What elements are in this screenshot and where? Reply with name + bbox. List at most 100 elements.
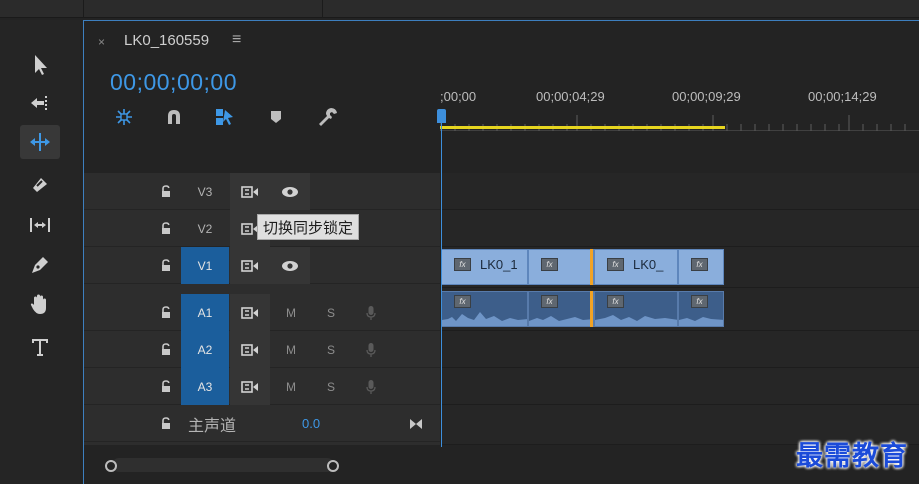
sync-lock-button[interactable] bbox=[230, 368, 270, 405]
track-a2[interactable] bbox=[441, 331, 919, 368]
timeline-zoom-scrollbar[interactable] bbox=[84, 447, 919, 484]
audio-waveform bbox=[679, 317, 723, 326]
linked-selection-button[interactable] bbox=[212, 105, 236, 129]
nest-sequence-button[interactable] bbox=[112, 105, 136, 129]
video-clip[interactable]: fx LK0_1 bbox=[441, 249, 528, 285]
timeline-settings-icon bbox=[319, 108, 337, 126]
master-volume-value[interactable]: 0.0 bbox=[302, 405, 320, 442]
work-area-bar[interactable] bbox=[440, 126, 725, 129]
snap-icon bbox=[168, 110, 180, 124]
lock-track-button[interactable] bbox=[152, 405, 180, 442]
track-label[interactable]: V1 bbox=[181, 247, 229, 284]
lock-track-button[interactable] bbox=[152, 173, 180, 210]
slip-icon bbox=[30, 218, 50, 232]
track-label[interactable]: V3 bbox=[181, 173, 229, 210]
edit-point-marker[interactable] bbox=[590, 249, 593, 285]
lock-track-button[interactable] bbox=[152, 247, 180, 284]
clip-name: LK0_ bbox=[633, 257, 664, 272]
lock-track-button[interactable] bbox=[152, 294, 180, 331]
audio-waveform bbox=[442, 312, 527, 326]
add-marker-icon bbox=[271, 111, 281, 123]
video-clip[interactable]: fx LK0_ bbox=[594, 249, 678, 285]
track-select-tool[interactable] bbox=[20, 86, 60, 120]
sync-lock-icon bbox=[241, 185, 258, 198]
track-header-master: 主声道 0.0 bbox=[84, 405, 440, 442]
toggle-output-button[interactable] bbox=[270, 173, 310, 210]
slip-tool[interactable] bbox=[20, 208, 60, 242]
track-label[interactable]: A1 bbox=[181, 294, 229, 331]
video-clip[interactable]: fx bbox=[678, 249, 724, 285]
track-label[interactable]: V2 bbox=[181, 210, 229, 247]
audio-clip[interactable]: fx bbox=[441, 291, 528, 327]
playhead-line bbox=[441, 117, 442, 447]
toggle-output-button[interactable] bbox=[270, 247, 310, 284]
type-tool[interactable] bbox=[20, 330, 60, 364]
sync-lock-icon bbox=[241, 306, 258, 319]
go-to-edit-point-button[interactable] bbox=[409, 405, 423, 442]
sync-lock-button[interactable] bbox=[230, 294, 270, 331]
watermark-logo: 最需教育 bbox=[796, 441, 908, 472]
track-area[interactable]: fx LK0_1 fx fx LK0_ fx fx fx fx fx bbox=[441, 173, 919, 445]
sync-lock-button[interactable] bbox=[230, 247, 270, 284]
audio-waveform bbox=[595, 315, 677, 326]
track-v2[interactable] bbox=[441, 210, 919, 247]
mute-button[interactable]: M bbox=[276, 294, 306, 331]
zoom-scroll-track[interactable] bbox=[112, 458, 334, 472]
voiceover-button[interactable] bbox=[356, 368, 386, 405]
clip-name: LK0_1 bbox=[480, 257, 518, 272]
voiceover-button[interactable] bbox=[356, 331, 386, 368]
hand-tool[interactable] bbox=[20, 288, 60, 322]
track-header-v3: V3 bbox=[84, 173, 440, 210]
lock-icon bbox=[162, 306, 170, 318]
playhead-handle[interactable] bbox=[437, 109, 446, 123]
sequence-tab[interactable]: × LK0_160559 ≡ bbox=[84, 21, 919, 61]
track-v3[interactable] bbox=[441, 173, 919, 210]
nest-sequence-icon bbox=[116, 109, 132, 125]
voiceover-button[interactable] bbox=[356, 294, 386, 331]
audio-clip[interactable]: fx bbox=[528, 291, 594, 327]
audio-clip[interactable]: fx bbox=[594, 291, 678, 327]
lock-icon bbox=[162, 222, 170, 234]
track-label[interactable]: A3 bbox=[181, 368, 229, 405]
close-tab-button[interactable]: × bbox=[98, 35, 105, 49]
lock-track-button[interactable] bbox=[152, 210, 180, 247]
edit-point-marker[interactable] bbox=[590, 291, 593, 327]
sync-lock-icon bbox=[241, 380, 258, 393]
solo-button[interactable]: S bbox=[316, 368, 346, 405]
pen-icon bbox=[32, 257, 48, 273]
timeline-settings-button[interactable] bbox=[316, 105, 340, 129]
sync-lock-button[interactable] bbox=[230, 331, 270, 368]
lock-icon bbox=[162, 417, 170, 429]
lock-track-button[interactable] bbox=[152, 368, 180, 405]
audio-clip[interactable]: fx bbox=[678, 291, 724, 327]
zoom-handle-left[interactable] bbox=[105, 460, 117, 472]
lock-icon bbox=[162, 380, 170, 392]
selection-tool[interactable] bbox=[20, 48, 60, 82]
track-a3[interactable] bbox=[441, 368, 919, 405]
fx-badge: fx bbox=[454, 258, 471, 271]
ripple-edit-tool[interactable] bbox=[20, 125, 60, 159]
track-header-a3: A3 M S bbox=[84, 368, 440, 405]
panel-menu-icon[interactable]: ≡ bbox=[232, 31, 241, 49]
video-clip[interactable]: fx bbox=[528, 249, 594, 285]
track-label[interactable]: A2 bbox=[181, 331, 229, 368]
lock-icon bbox=[162, 259, 170, 271]
razor-tool[interactable] bbox=[20, 168, 60, 202]
playhead-timecode[interactable]: 00;00;00;00 bbox=[110, 69, 237, 96]
lock-icon bbox=[162, 185, 170, 197]
sync-lock-button[interactable] bbox=[230, 173, 270, 210]
eye-icon bbox=[282, 260, 298, 271]
mute-button[interactable]: M bbox=[276, 331, 306, 368]
solo-button[interactable]: S bbox=[316, 331, 346, 368]
solo-button[interactable]: S bbox=[316, 294, 346, 331]
add-marker-button[interactable] bbox=[264, 105, 288, 129]
snap-button[interactable] bbox=[162, 105, 186, 129]
mute-button[interactable]: M bbox=[276, 368, 306, 405]
ruler-label: ;00;00 bbox=[440, 89, 477, 104]
pen-tool[interactable] bbox=[20, 248, 60, 282]
ruler-label: 00;00;14;29 bbox=[808, 89, 877, 104]
microphone-icon bbox=[366, 342, 376, 357]
zoom-handle-right[interactable] bbox=[327, 460, 339, 472]
lock-track-button[interactable] bbox=[152, 331, 180, 368]
sync-lock-icon bbox=[241, 259, 258, 272]
